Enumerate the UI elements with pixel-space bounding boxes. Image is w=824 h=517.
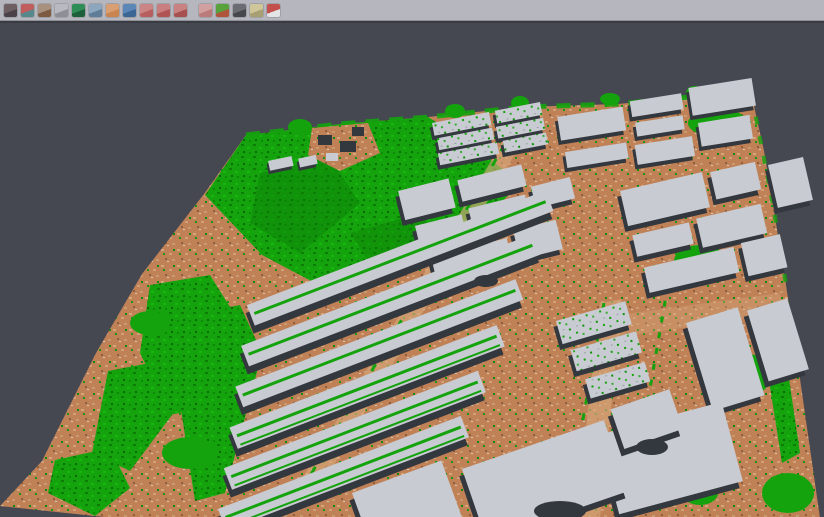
terrain-brown-icon[interactable] [38, 4, 51, 17]
layers-red-icon[interactable] [140, 4, 153, 17]
flatten-yellow-icon[interactable] [250, 4, 263, 17]
grid-red-icon[interactable] [199, 4, 212, 17]
scene-canvas[interactable] [0, 23, 824, 517]
profile-blue-icon[interactable] [89, 4, 102, 17]
globe-icon[interactable] [123, 4, 136, 17]
colormap-icon[interactable] [216, 4, 229, 17]
ortho-orange-icon[interactable] [106, 4, 119, 17]
terrain-green-icon[interactable] [72, 4, 85, 17]
clip-red-icon[interactable] [267, 4, 280, 17]
extent-red-icon[interactable] [174, 4, 187, 17]
classified-points-icon[interactable] [21, 4, 34, 17]
app-window [0, 0, 824, 517]
toolbar [0, 0, 824, 21]
sphere-dark-icon[interactable] [233, 4, 246, 17]
target-red-icon[interactable] [157, 4, 170, 17]
mesh-dark-icon[interactable] [4, 4, 17, 17]
sparse-points-icon[interactable] [55, 4, 68, 17]
3d-viewport[interactable] [0, 21, 824, 517]
